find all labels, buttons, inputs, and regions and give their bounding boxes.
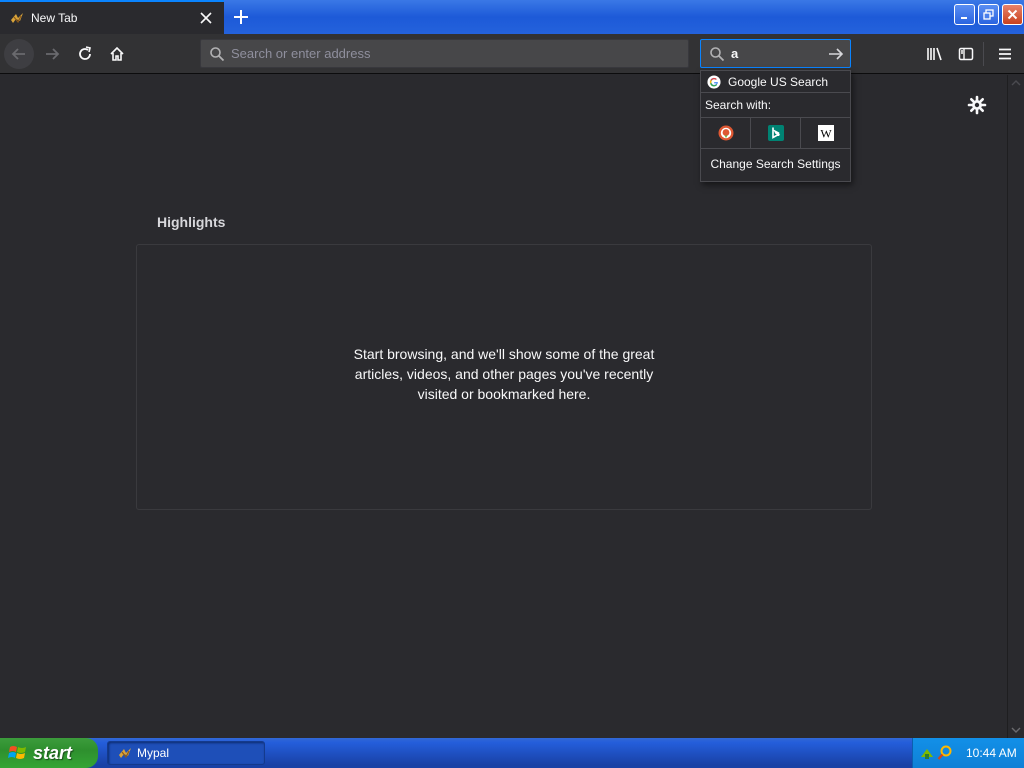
search-bar[interactable]: a — [700, 39, 851, 68]
network-tray-icon[interactable] — [919, 745, 935, 761]
restore-window-icon[interactable] — [978, 4, 999, 25]
forward-arrow-icon[interactable] — [37, 39, 67, 69]
highlights-heading: Highlights — [157, 214, 226, 230]
start-label: start — [33, 742, 73, 763]
wikipedia-icon: W — [817, 125, 834, 141]
search-tray-icon[interactable] — [937, 745, 953, 761]
search-icon — [710, 46, 725, 61]
search-icon — [210, 46, 225, 61]
tab-strip: New Tab — [0, 0, 1024, 34]
bing-engine-button[interactable] — [751, 118, 801, 148]
scroll-up-arrow-icon[interactable] — [1008, 75, 1024, 91]
settings-gear-icon[interactable] — [966, 94, 988, 116]
mypal-favicon-icon — [11, 13, 23, 24]
highlights-empty-message: Start browsing, and we'll show some of t… — [353, 346, 655, 402]
home-icon[interactable] — [102, 39, 132, 69]
start-button[interactable]: start — [0, 738, 98, 768]
tab-new-tab[interactable]: New Tab — [0, 0, 224, 34]
taskbar: start Mypal 10:44 AM — [0, 738, 1024, 768]
taskbar-item-mypal[interactable]: Mypal — [107, 741, 265, 765]
url-bar[interactable]: Search or enter address — [200, 39, 689, 68]
highlights-empty-panel: Start browsing, and we'll show some of t… — [136, 244, 872, 510]
duckduckgo-icon — [718, 125, 733, 141]
mypal-app-icon — [119, 748, 131, 759]
scroll-down-arrow-icon[interactable] — [1008, 722, 1024, 738]
tab-close-icon[interactable] — [196, 8, 216, 28]
tab-title: New Tab — [31, 11, 78, 25]
close-window-icon[interactable] — [1002, 4, 1023, 25]
clock: 10:44 AM — [966, 746, 1017, 760]
change-search-settings-button[interactable]: Change Search Settings — [701, 149, 850, 171]
svg-text:W: W — [820, 127, 832, 141]
bing-icon — [767, 125, 784, 141]
new-tab-plus-icon[interactable] — [228, 4, 254, 30]
system-tray: 10:44 AM — [912, 738, 1024, 768]
minimize-window-icon[interactable] — [954, 4, 975, 25]
search-with-label: Search with: — [705, 98, 772, 112]
toolbar-divider — [983, 42, 984, 66]
back-arrow-icon[interactable] — [4, 39, 34, 69]
default-engine-label: Google US Search — [728, 74, 829, 89]
default-engine-row[interactable]: Google US Search — [701, 71, 850, 93]
windows-flag-icon — [8, 746, 26, 759]
page-scrollbar[interactable] — [1007, 75, 1024, 738]
sidebar-toggle-icon[interactable] — [951, 39, 981, 69]
search-input[interactable]: a — [731, 46, 822, 61]
google-icon — [707, 74, 721, 89]
duckduckgo-engine-button[interactable] — [701, 118, 751, 148]
hamburger-menu-icon[interactable] — [990, 39, 1020, 69]
taskbar-item-label: Mypal — [137, 746, 170, 760]
url-placeholder: Search or enter address — [231, 46, 371, 61]
reload-icon[interactable] — [70, 39, 100, 69]
wikipedia-engine-button[interactable]: W — [801, 118, 850, 148]
library-icon[interactable] — [920, 39, 950, 69]
search-suggestions-popup: Google US Search Search with: W Change S… — [700, 70, 851, 182]
one-off-engines: W — [701, 117, 850, 149]
navigation-toolbar: Search or enter address a — [0, 34, 1024, 74]
search-go-arrow-icon[interactable] — [822, 40, 850, 67]
